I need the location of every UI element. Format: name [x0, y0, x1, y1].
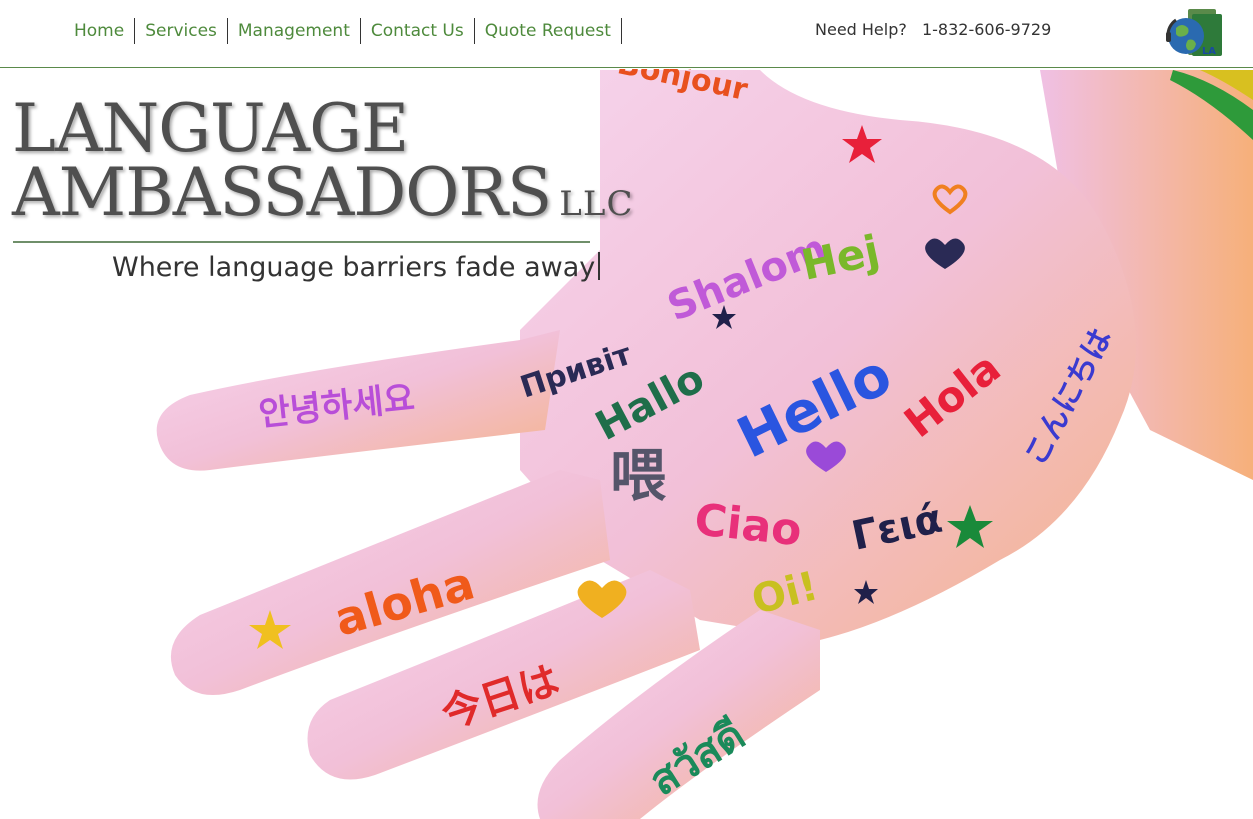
help-phone-number[interactable]: 1-832-606-9729	[922, 20, 1051, 39]
brand-divider	[13, 241, 590, 243]
brand-name-line1: LANGUAGE	[12, 90, 409, 167]
brand-name-line2-text: AMBASSADORS	[12, 154, 552, 231]
tagline-text: Where language barriers fade away	[112, 252, 596, 283]
tagline: Where language barriers fade away	[112, 252, 601, 283]
globe-logo-icon[interactable]: LA	[1164, 6, 1226, 62]
brand-logo[interactable]: LANGUAGE AMBASSADORS LLC	[12, 90, 632, 237]
nav-management[interactable]: Management	[228, 18, 361, 44]
typing-caret	[598, 252, 601, 280]
nav-quote-request[interactable]: Quote Request	[475, 18, 622, 44]
main-nav: Home Services Management Contact Us Quot…	[64, 18, 622, 44]
help-contact: Need Help? 1-832-606-9729	[815, 20, 1051, 39]
nav-contact-us[interactable]: Contact Us	[361, 18, 475, 44]
brand-name-line2: AMBASSADORS LLC	[12, 160, 632, 237]
top-navigation-bar: Home Services Management Contact Us Quot…	[0, 0, 1253, 68]
logo-badge-text: LA	[1202, 46, 1216, 57]
brand-suffix: LLC	[559, 184, 634, 224]
nav-home[interactable]: Home	[64, 18, 136, 44]
greeting-wei: 喂	[610, 444, 667, 509]
help-label: Need Help?	[815, 20, 907, 39]
nav-services[interactable]: Services	[135, 18, 228, 44]
